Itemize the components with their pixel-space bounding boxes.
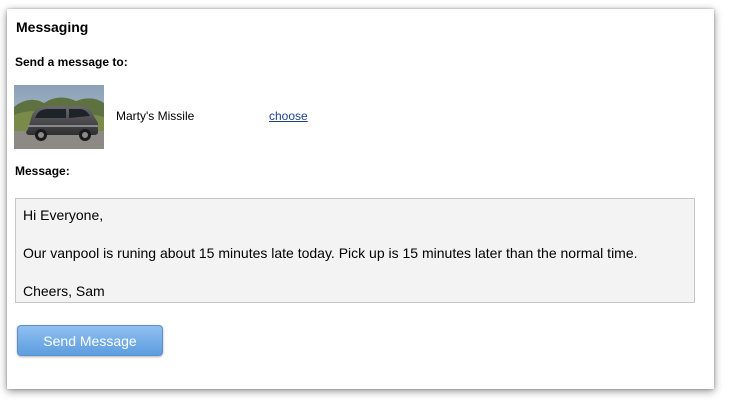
message-line-body: Our vanpool is runing about 15 minutes l… xyxy=(23,245,638,261)
panel-title: Messaging xyxy=(16,19,89,35)
recipient-name: Marty's Missile xyxy=(116,109,195,123)
choose-recipient-link[interactable]: choose xyxy=(269,109,308,123)
message-textarea[interactable]: Hi Everyone, Our vanpool is runing about… xyxy=(15,198,695,303)
minivan-image xyxy=(14,85,104,149)
message-label: Message: xyxy=(15,164,70,178)
vehicle-photo xyxy=(14,85,104,149)
message-line-greeting: Hi Everyone, xyxy=(23,207,104,223)
send-message-button[interactable]: Send Message xyxy=(17,325,163,356)
messaging-panel: Messaging Send a message to: Marty's Mis… xyxy=(7,9,714,389)
message-line-signoff: Cheers, Sam xyxy=(23,283,105,299)
send-to-label: Send a message to: xyxy=(15,55,128,69)
